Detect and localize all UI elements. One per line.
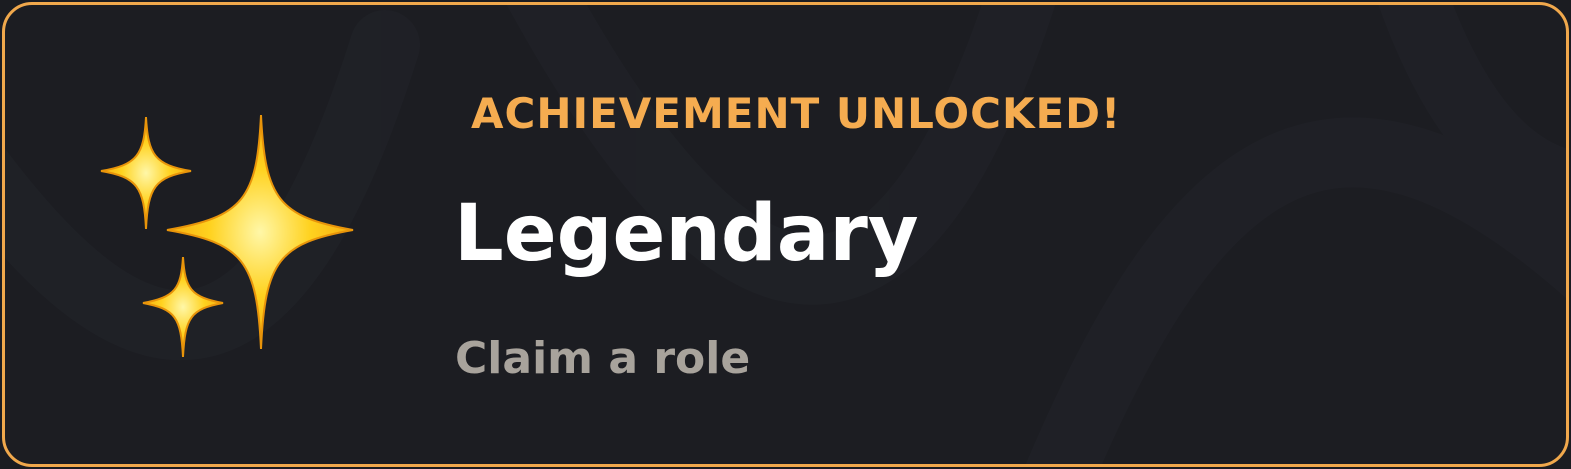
sparkles-icon xyxy=(100,114,354,358)
achievement-description: Claim a role xyxy=(455,333,751,384)
achievement-card: ACHIEVEMENT UNLOCKED! Legendary Claim a … xyxy=(2,2,1569,467)
achievement-header: ACHIEVEMENT UNLOCKED! xyxy=(471,89,1122,138)
small-sparkle-top xyxy=(100,116,192,230)
achievement-name: Legendary xyxy=(454,189,919,279)
small-sparkle-bottom xyxy=(142,256,224,358)
